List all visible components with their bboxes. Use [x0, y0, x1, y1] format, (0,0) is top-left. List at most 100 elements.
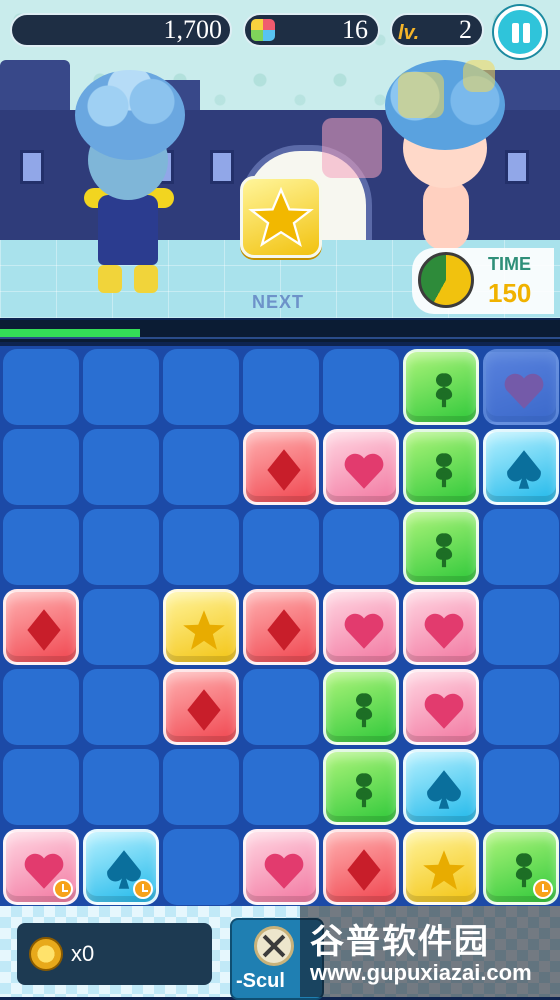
time-panel: TIME 150 — [412, 248, 554, 314]
board-cell[interactable] — [83, 349, 159, 425]
diamond-tile[interactable] — [323, 829, 399, 905]
piece-count-value: 16 — [342, 15, 368, 44]
heart-tile[interactable] — [403, 669, 479, 745]
heart-tile[interactable] — [403, 589, 479, 665]
club-icon — [355, 773, 373, 808]
diamond-icon — [267, 449, 301, 491]
diamond-tile[interactable] — [3, 589, 79, 665]
watermark-url: www.gupuxiazai.com — [310, 960, 532, 985]
castle-window — [210, 150, 234, 184]
board-cell[interactable] — [483, 669, 559, 745]
watermark: 谷普软件园 www.gupuxiazai.com — [300, 906, 560, 997]
board-cell[interactable] — [483, 589, 559, 665]
star-tile[interactable] — [163, 589, 239, 665]
board-cell[interactable] — [243, 669, 319, 745]
board-cell[interactable] — [163, 829, 239, 905]
diamond-tile[interactable] — [243, 429, 319, 505]
diamond-icon — [27, 609, 61, 651]
heart-tile[interactable] — [323, 589, 399, 665]
club-icon — [435, 453, 453, 488]
club-tile[interactable] — [403, 509, 479, 585]
spade-tile[interactable] — [83, 829, 159, 905]
piece-counter: 16 — [243, 13, 380, 47]
club-tile[interactable] — [483, 829, 559, 905]
score-display: 1,700 — [10, 13, 232, 47]
spade-tile[interactable] — [403, 749, 479, 825]
game-scene: 1,700 16 lv. 2 NEXT TIME 150 — [0, 0, 560, 318]
diamond-icon — [347, 849, 381, 891]
floating-star-tile — [398, 72, 444, 118]
clock-icon — [418, 252, 474, 308]
coin-counter: x0 — [17, 923, 212, 985]
multicolor-block-icon — [251, 19, 275, 41]
club-tile[interactable] — [323, 749, 399, 825]
heart-tile[interactable] — [243, 829, 319, 905]
club-icon — [435, 533, 453, 568]
club-tile[interactable] — [403, 429, 479, 505]
board-cell[interactable] — [83, 669, 159, 745]
club-icon — [435, 373, 453, 408]
diamond-tile[interactable] — [163, 669, 239, 745]
floating-heart-tile — [322, 118, 382, 178]
board-cell[interactable] — [83, 589, 159, 665]
pause-button[interactable] — [494, 6, 546, 58]
medusa-character — [60, 70, 200, 300]
board-cell[interactable] — [243, 349, 319, 425]
board-cell[interactable] — [163, 749, 239, 825]
board-cell[interactable] — [323, 509, 399, 585]
timer-badge-icon — [133, 879, 153, 899]
heart-icon — [504, 373, 544, 409]
board-cell[interactable] — [3, 509, 79, 585]
floating-star-tile — [463, 60, 495, 92]
timer-badge-icon — [533, 879, 553, 899]
club-tile[interactable] — [323, 669, 399, 745]
star-icon — [183, 610, 225, 650]
board-cell[interactable] — [163, 349, 239, 425]
board-cell[interactable] — [483, 749, 559, 825]
watermark-title: 谷普软件园 — [310, 923, 490, 961]
diamond-tile[interactable] — [243, 589, 319, 665]
heart-icon — [424, 693, 464, 729]
board-cell[interactable] — [483, 509, 559, 585]
heart-tile[interactable] — [483, 349, 559, 425]
heart-icon — [344, 453, 384, 489]
board-cell[interactable] — [163, 429, 239, 505]
board-cell[interactable] — [323, 349, 399, 425]
board-cell[interactable] — [243, 749, 319, 825]
heart-icon — [344, 613, 384, 649]
star-icon — [248, 186, 314, 247]
next-label: NEXT — [252, 292, 305, 312]
board-cell[interactable] — [83, 429, 159, 505]
time-value: 150 — [488, 278, 532, 308]
spade-icon — [507, 450, 541, 489]
board-cell[interactable] — [3, 429, 79, 505]
star-icon — [423, 850, 465, 890]
diamond-icon — [267, 609, 301, 651]
board-cell[interactable] — [163, 509, 239, 585]
castle-window — [505, 150, 529, 184]
heart-icon — [424, 613, 464, 649]
progress-divider — [0, 337, 560, 339]
level-label: lv. — [398, 22, 420, 44]
club-tile[interactable] — [403, 349, 479, 425]
star-tile[interactable] — [403, 829, 479, 905]
game-board[interactable] — [0, 346, 560, 906]
board-cell[interactable] — [83, 749, 159, 825]
level-value: 2 — [459, 15, 472, 44]
heart-tile[interactable] — [3, 829, 79, 905]
board-cell[interactable] — [3, 669, 79, 745]
time-label: TIME — [488, 254, 531, 274]
diamond-icon — [187, 689, 221, 731]
level-display: lv. 2 — [390, 13, 484, 47]
board-cell[interactable] — [83, 509, 159, 585]
castle-window — [20, 150, 44, 184]
skill-label: -Scul — [236, 970, 285, 992]
coin-count: x0 — [71, 941, 95, 966]
heart-icon — [264, 853, 304, 889]
coin-icon — [29, 937, 63, 971]
heart-tile[interactable] — [323, 429, 399, 505]
spade-tile[interactable] — [483, 429, 559, 505]
board-cell[interactable] — [3, 749, 79, 825]
board-cell[interactable] — [3, 349, 79, 425]
board-cell[interactable] — [243, 509, 319, 585]
